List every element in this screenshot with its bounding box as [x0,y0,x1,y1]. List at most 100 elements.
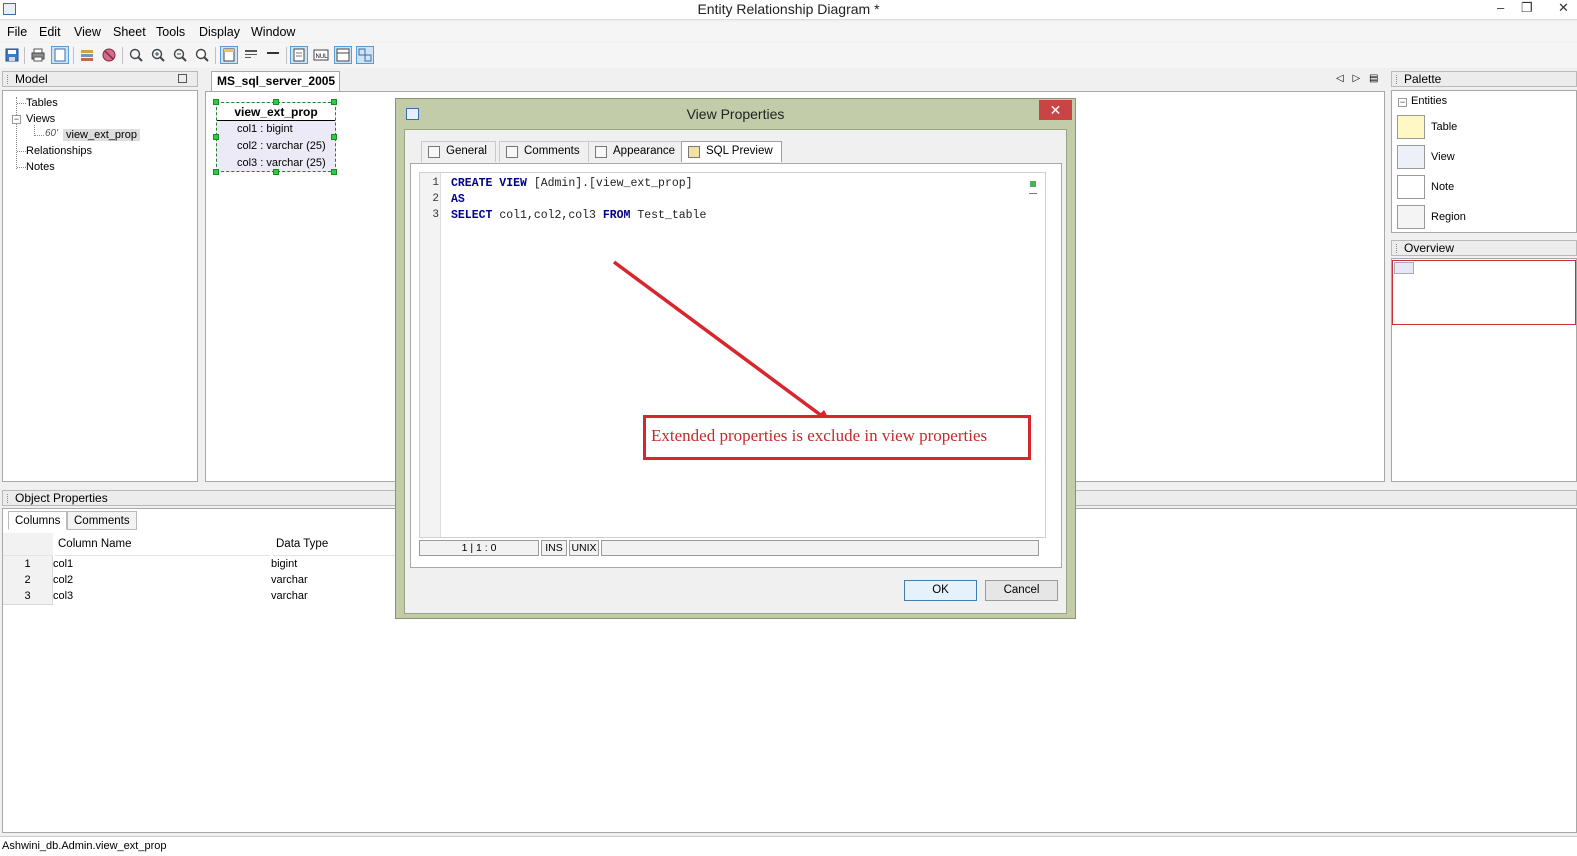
tab-sql-preview-label: SQL Preview [706,145,773,157]
layout-icon[interactable] [334,46,352,64]
zoom-icon[interactable] [127,46,145,64]
menu-view[interactable]: View [74,25,101,39]
zoom-fit-icon[interactable] [193,46,211,64]
tree-tables[interactable]: Tables [26,97,58,109]
table-icon[interactable] [1397,115,1425,139]
row-number: 3 [3,588,53,605]
tab-comments[interactable]: Comments [67,511,137,530]
menu-edit[interactable]: Edit [39,25,61,39]
column-name-header[interactable]: Column Name [55,533,270,556]
close-window-button[interactable]: ✕ [1558,0,1569,16]
line-icon[interactable] [264,46,282,64]
palette-header: Palette [1391,71,1577,87]
cancel-button[interactable]: Cancel [985,580,1058,601]
overview-body [1391,258,1577,482]
sql-preview-icon [688,146,700,158]
cell-column-name[interactable]: col1 [53,556,73,572]
view-palette-icon[interactable] [1397,145,1425,169]
dialog-title: View Properties [686,106,785,122]
toolbar-separator [286,47,287,64]
tree-relationships[interactable]: Relationships [26,145,92,157]
tree-notes[interactable]: Notes [26,161,55,173]
palette-item-region[interactable]: Region [1431,211,1466,223]
tree-connector [17,151,26,152]
palette-collapse-toggle[interactable]: − [1398,98,1407,107]
tab-columns[interactable]: Columns [8,511,68,530]
columns-icon[interactable] [242,46,260,64]
palette-item-note[interactable]: Note [1431,181,1454,193]
sql-editor[interactable]: 1 2 3 CREATE VIEW [Admin].[view_ext_prop… [419,172,1046,538]
sql-keyword: SELECT [451,209,493,222]
cell-column-name[interactable]: col2 [53,572,73,588]
null-icon[interactable]: NUL [312,46,330,64]
print-icon[interactable] [29,46,47,64]
dialog-title-bar[interactable]: View Properties ✕ [396,99,1075,129]
diagram-table-icon[interactable] [290,46,308,64]
table-row[interactable]: 1 col1 bigint [3,556,403,573]
properties-icon[interactable] [78,46,96,64]
minimize-button[interactable]: – [1497,0,1504,15]
dialog-close-button[interactable]: ✕ [1039,100,1072,120]
tab-sql-preview[interactable]: SQL Preview [681,141,782,162]
tree-views[interactable]: Views [26,113,55,125]
sheet-tab[interactable]: MS_sql_server_2005 [211,71,340,91]
cell-data-type[interactable]: varchar [271,572,308,588]
resize-handle[interactable] [331,169,337,175]
cell-data-type[interactable]: varchar [271,588,308,604]
tree-collapse-toggle[interactable]: − [12,115,21,124]
line-marker-icon [1029,193,1037,194]
resize-handle[interactable] [273,99,279,105]
resize-handle[interactable] [213,99,219,105]
table-view-icon[interactable] [220,46,238,64]
entity-column: col1 : bigint [237,123,293,135]
overview-entity-thumbnail [1394,262,1414,274]
menu-sheet[interactable]: Sheet [113,25,146,39]
region-icon[interactable] [1397,205,1425,229]
table-row[interactable]: 3 col3 varchar [3,588,403,605]
overview-title: Overview [1404,241,1455,255]
stop-icon[interactable] [100,46,118,64]
resize-handle[interactable] [213,134,219,140]
sheet-menu-icon[interactable]: ▤ [1369,73,1378,84]
tab-comments[interactable]: Comments [499,141,589,162]
page-icon[interactable] [51,46,69,64]
menu-tools[interactable]: Tools [156,25,185,39]
entity-view-ext-prop[interactable]: view_ext_prop col1 : bigint col2 : varch… [213,99,337,175]
sheet-prev-icon[interactable]: ◁ [1336,73,1344,84]
resize-handle[interactable] [273,169,279,175]
tree-connector [17,103,26,104]
status-path: Ashwini_db.Admin.view_ext_prop [2,840,167,852]
sheet-next-icon[interactable]: ▷ [1352,73,1360,84]
zoom-out-icon[interactable] [171,46,189,64]
tab-general[interactable]: General [421,141,496,162]
sql-line: AS [451,193,465,206]
restore-button[interactable]: ❐ [1521,0,1533,16]
model-panel-title: Model [15,72,48,86]
dialog-content: General Comments Appearance SQL Preview … [404,129,1067,614]
zoom-in-icon[interactable] [149,46,167,64]
menu-file[interactable]: File [7,25,27,39]
menu-window[interactable]: Window [251,25,295,39]
palette-item-view[interactable]: View [1431,151,1455,163]
overview-viewport[interactable] [1392,260,1576,325]
model-tree: Tables − Views 60' view_ext_prop Relatio… [2,90,198,482]
menu-display[interactable]: Display [199,25,240,39]
toolbar-separator [215,47,216,64]
note-icon[interactable] [1397,175,1425,199]
data-type-header[interactable]: Data Type [273,533,403,556]
table-row[interactable]: 2 col2 varchar [3,572,403,589]
resize-handle[interactable] [213,169,219,175]
palette-item-table[interactable]: Table [1431,121,1457,133]
ok-button[interactable]: OK [904,580,977,601]
cell-column-name[interactable]: col3 [53,588,73,604]
resize-handle[interactable] [331,99,337,105]
sql-keyword: AS [451,193,465,206]
save-icon[interactable] [3,46,21,64]
arrange-icon[interactable] [356,46,374,64]
resize-handle[interactable] [331,134,337,140]
cell-data-type[interactable]: bigint [271,556,297,572]
tab-appearance[interactable]: Appearance [588,141,685,162]
restore-panel-icon[interactable] [178,74,187,83]
tree-view-item[interactable]: view_ext_prop [63,129,140,141]
sql-keyword: CREATE VIEW [451,177,527,190]
